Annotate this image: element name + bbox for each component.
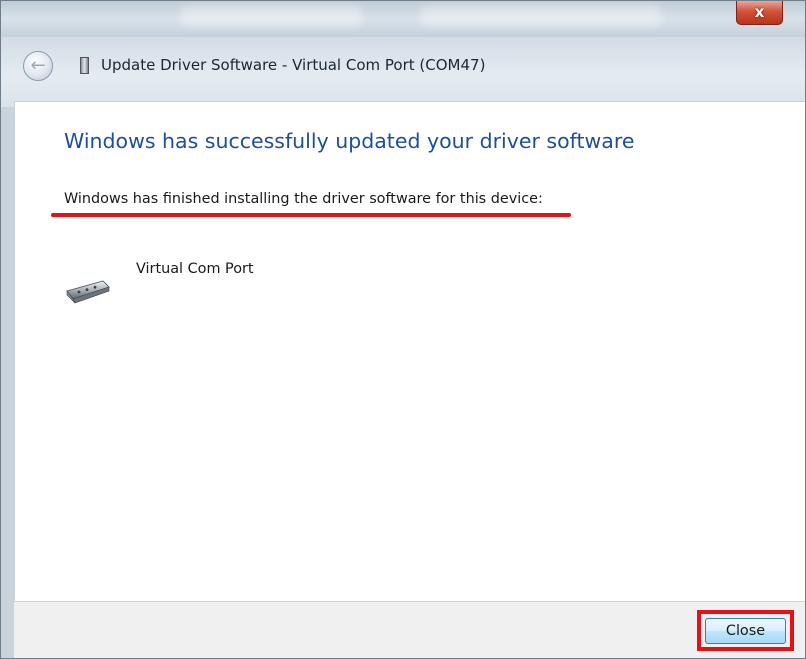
background-blur [421,5,661,27]
red-underline-annotation [51,213,571,217]
window-title: Update Driver Software - Virtual Com Por… [101,56,486,74]
title-bar[interactable]: x [1,1,805,37]
page-heading: Windows has successfully updated your dr… [64,129,635,153]
background-blur [181,5,361,27]
device-name: Virtual Com Port [136,261,254,277]
usb-serial-port-icon [66,280,110,304]
back-arrow-icon[interactable]: ← [23,51,53,81]
close-button[interactable]: Close [705,618,786,644]
device-manager-icon [80,57,89,74]
window-close-button[interactable]: x [736,1,783,25]
update-driver-dialog: x ← Update Driver Software - Virtual Com… [0,0,806,659]
dialog-footer: Close [14,601,805,658]
status-message: Windows has finished installing the driv… [64,191,543,207]
red-highlight-annotation: Close [697,610,794,651]
content-pane: Windows has successfully updated your dr… [14,101,805,601]
